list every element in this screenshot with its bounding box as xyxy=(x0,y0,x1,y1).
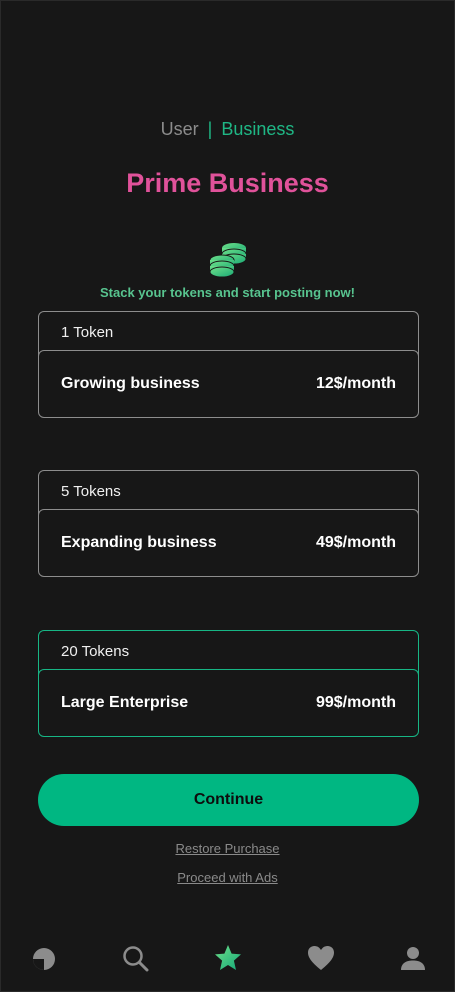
plan-name: Expanding business xyxy=(61,534,217,551)
continue-button[interactable]: Continue xyxy=(38,774,419,826)
plan-price: 12$/month xyxy=(315,375,396,392)
toggle-user[interactable]: User xyxy=(161,119,199,139)
explore-icon[interactable] xyxy=(30,944,58,972)
profile-icon[interactable] xyxy=(399,944,427,972)
plan-details: Expanding business 49$/month xyxy=(38,509,419,577)
proceed-with-ads-link[interactable]: Proceed with Ads xyxy=(0,870,455,885)
coins-stack-icon xyxy=(209,243,247,278)
plan-details: Large Enterprise 99$/month xyxy=(38,669,419,737)
search-icon[interactable] xyxy=(121,944,149,972)
tagline: Stack your tokens and start posting now! xyxy=(100,285,355,300)
plan-name: Large Enterprise xyxy=(61,694,189,711)
plan-details: Growing business 12$/month xyxy=(38,350,419,418)
toggle-separator: | xyxy=(207,119,213,139)
plan-option-1-token[interactable]: 1 Token Growing business 12$/month xyxy=(38,311,419,418)
plan-option-5-tokens[interactable]: 5 Tokens Expanding business 49$/month xyxy=(38,470,419,577)
plan-price: 49$/month xyxy=(315,534,396,551)
plan-option-20-tokens[interactable]: 20 Tokens Large Enterprise 99$/month xyxy=(38,630,419,737)
star-icon[interactable] xyxy=(214,944,242,972)
plan-token-count: 5 Tokens xyxy=(61,483,121,500)
plan-token-count: 20 Tokens xyxy=(61,643,130,660)
plan-token-count: 1 Token xyxy=(61,324,114,341)
account-type-toggle: User | Business xyxy=(0,119,455,140)
heart-icon[interactable] xyxy=(307,944,335,972)
toggle-business[interactable]: Business xyxy=(221,119,294,139)
page-title: Prime Business xyxy=(126,168,329,198)
plan-price: 99$/month xyxy=(315,694,396,711)
restore-purchase-link[interactable]: Restore Purchase xyxy=(0,841,455,856)
plan-name: Growing business xyxy=(61,375,200,392)
